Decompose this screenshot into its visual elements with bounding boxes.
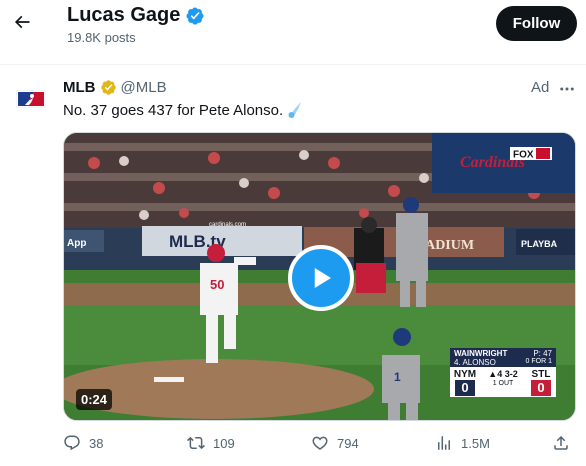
svg-text:50: 50 bbox=[210, 277, 224, 292]
verified-badge-icon bbox=[185, 6, 205, 26]
repost-count: 109 bbox=[213, 435, 235, 451]
author-name[interactable]: MLB bbox=[63, 79, 96, 96]
back-button[interactable] bbox=[8, 8, 36, 36]
avatar[interactable] bbox=[14, 82, 48, 116]
tweet-text: No. 37 goes 437 for Pete Alonso. bbox=[63, 101, 303, 119]
scorebug-home-score: 0 bbox=[531, 380, 551, 396]
scorebug-batter-line: 0 FOR 1 bbox=[525, 358, 552, 365]
scorebug-away-score: 0 bbox=[455, 380, 475, 396]
reply-button[interactable]: 38 bbox=[63, 428, 103, 458]
ad-label: Ad bbox=[531, 79, 550, 96]
reply-count: 38 bbox=[89, 435, 104, 451]
tweet-text-body: No. 37 goes 437 for Pete Alonso. bbox=[63, 101, 284, 119]
arrow-left-icon bbox=[14, 15, 30, 29]
scorebug-matchup: WAINWRIGHT P: 47 4. ALONSO 0 FOR 1 bbox=[450, 348, 556, 367]
svg-text:1: 1 bbox=[394, 370, 401, 384]
comet-emoji-icon bbox=[287, 101, 303, 119]
scorebug-inning: ▲4 3-2 bbox=[488, 369, 518, 379]
tweet-action-bar: 38 109 794 1.5M bbox=[0, 428, 586, 458]
share-button[interactable] bbox=[552, 428, 578, 458]
video-duration: 0:24 bbox=[76, 389, 113, 410]
scorebug-outs: 1 OUT bbox=[492, 380, 514, 387]
svg-text:cardinals.com: cardinals.com bbox=[209, 222, 246, 228]
profile-name-row: Lucas Gage bbox=[67, 4, 205, 27]
mlb-logo-icon bbox=[16, 90, 46, 108]
svg-text:PLAYBA: PLAYBA bbox=[521, 239, 558, 249]
follow-button[interactable]: Follow bbox=[496, 6, 577, 41]
play-icon bbox=[314, 268, 331, 288]
bar-chart-icon bbox=[438, 436, 450, 450]
views-button[interactable]: 1.5M bbox=[435, 428, 490, 458]
more-button[interactable] bbox=[556, 80, 578, 98]
svg-text:App: App bbox=[67, 238, 86, 249]
profile-header: Lucas Gage 19.8K posts Follow bbox=[0, 0, 586, 52]
repost-button[interactable]: 109 bbox=[187, 428, 235, 458]
scorebug-score: NYM 0 ▲4 3-2 1 OUT STL 0 bbox=[450, 367, 556, 397]
post-count: 19.8K posts bbox=[67, 30, 136, 45]
heart-icon bbox=[312, 436, 328, 450]
scorebug: WAINWRIGHT P: 47 4. ALONSO 0 FOR 1 NYM 0… bbox=[450, 348, 556, 406]
like-count: 794 bbox=[337, 435, 359, 451]
reply-bubble-icon bbox=[64, 435, 80, 451]
share-icon bbox=[554, 435, 568, 450]
gold-check-badge-icon bbox=[100, 79, 117, 96]
scorebug-batter: 4. ALONSO bbox=[454, 358, 496, 367]
like-button[interactable]: 794 bbox=[311, 428, 359, 458]
play-button[interactable] bbox=[288, 245, 354, 311]
svg-text:FOX: FOX bbox=[513, 150, 534, 161]
scorebug-pitch-count: P: 47 bbox=[533, 349, 552, 358]
author-handle[interactable]: @MLB bbox=[121, 79, 167, 96]
repost-icon bbox=[187, 436, 205, 450]
views-count: 1.5M bbox=[461, 435, 490, 451]
header-divider bbox=[0, 64, 586, 65]
scorebug-pitcher: WAINWRIGHT bbox=[454, 349, 508, 358]
profile-name: Lucas Gage bbox=[67, 4, 181, 26]
video-player[interactable]: Cardinals FOX App MLB.tv cardinals.com S… bbox=[63, 132, 576, 421]
scorebug-away-team: NYM bbox=[453, 369, 477, 380]
scorebug-home-team: STL bbox=[531, 369, 551, 380]
more-dots-icon bbox=[560, 87, 574, 91]
tweet-author-row: MLB @MLB bbox=[63, 79, 167, 96]
